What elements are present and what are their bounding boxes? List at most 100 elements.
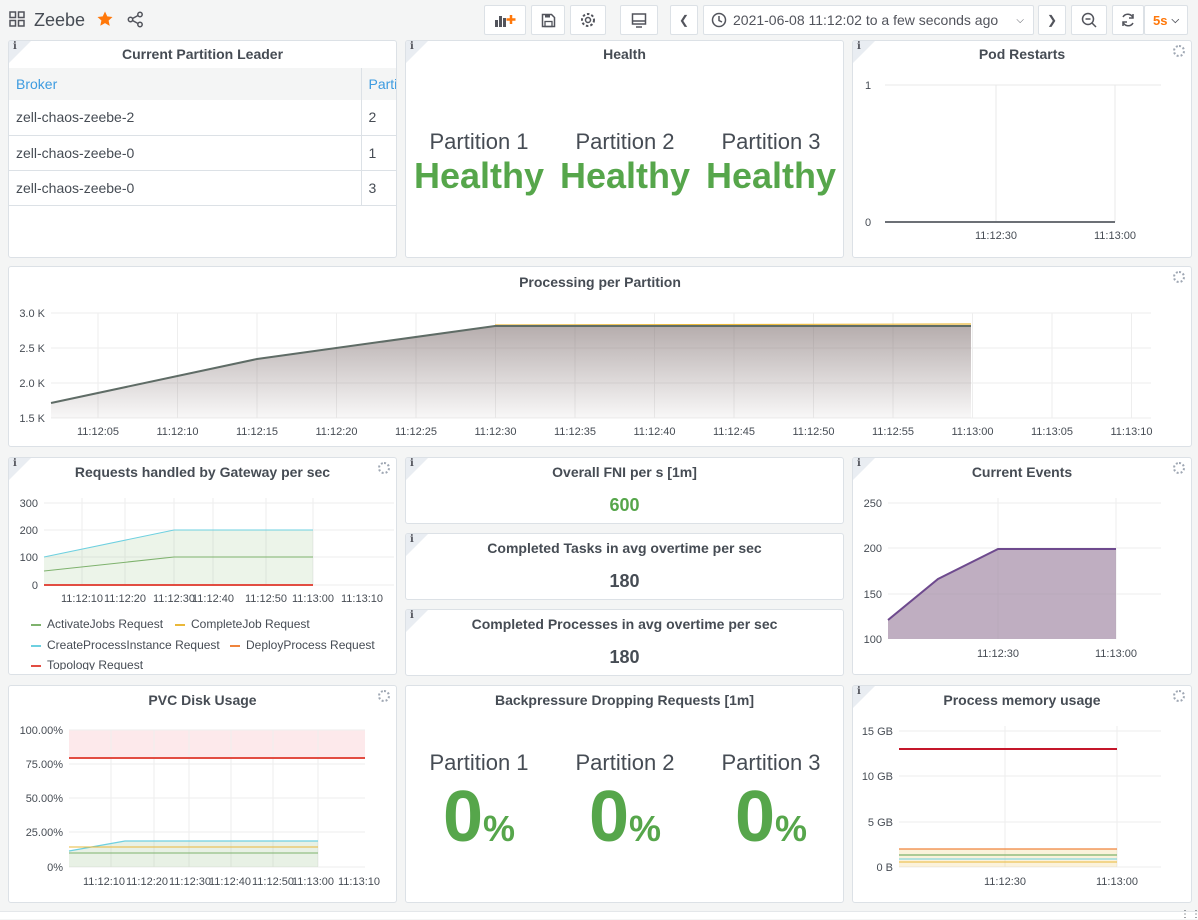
pvc-chart[interactable]: 100.00% 75.00% 50.00% 25.00% 0% 11:12:10… xyxy=(9,686,397,903)
legend-item[interactable]: DeployProcess Request xyxy=(230,638,375,652)
x-tick-label: 11:12:30 xyxy=(977,648,1019,660)
x-tick-label: 11:12:40 xyxy=(192,593,234,605)
refresh-button[interactable] xyxy=(1112,5,1144,35)
legend-item[interactable]: CompleteJob Request xyxy=(175,617,310,631)
panel-title[interactable]: Completed Processes in avg overtime per … xyxy=(406,616,843,632)
star-icon[interactable] xyxy=(96,10,114,28)
chevron-down-icon: ⌵ xyxy=(1171,14,1180,26)
y-tick-label: 25.00% xyxy=(26,827,64,839)
table-cell: 2 xyxy=(368,109,377,126)
refresh-icon xyxy=(1122,13,1134,27)
x-tick-label: 11:12:45 xyxy=(713,426,755,438)
health-stat: Partition 1 Healthy xyxy=(406,129,552,197)
processing-chart[interactable]: 3.0 K 2.5 K 2.0 K 1.5 K 11:12:05 11:12:10… xyxy=(9,267,1192,447)
x-tick-label: 11:12:50 xyxy=(252,876,294,888)
panel-completed-tasks: i Completed Tasks in avg overtime per se… xyxy=(405,533,844,600)
threshold-region xyxy=(69,730,365,758)
stat-value: 0 xyxy=(734,777,776,857)
y-tick-label: 200 xyxy=(20,525,38,537)
panel-title[interactable]: Completed Tasks in avg overtime per sec xyxy=(406,540,843,556)
panel-processing: Processing per Partition 3.0 K 2.5 K 2.0… xyxy=(8,266,1192,447)
x-tick-label: 11:12:10 xyxy=(83,876,125,888)
y-tick-label: 0 B xyxy=(876,862,893,874)
share-icon[interactable] xyxy=(127,11,144,28)
stat-value: 600 xyxy=(609,495,640,515)
add-panel-button[interactable] xyxy=(484,5,526,35)
refresh-interval-picker[interactable]: 5s ⌵ xyxy=(1144,5,1188,35)
panel-title[interactable]: Overall FNI per s [1m] xyxy=(406,464,843,480)
y-tick-label: 0 xyxy=(32,580,38,592)
backpressure-stat: Partition 3 0% xyxy=(698,750,843,858)
stat-unit: % xyxy=(483,808,516,849)
legend-label: CompleteJob Request xyxy=(191,617,310,631)
panel-title[interactable]: Backpressure Dropping Requests [1m] xyxy=(406,692,843,708)
stat-value: 180 xyxy=(609,647,640,667)
time-back-button[interactable]: ❮ xyxy=(670,5,698,35)
legend-item[interactable]: Topology Request xyxy=(31,658,143,670)
panel-title[interactable]: Health xyxy=(406,46,843,62)
x-tick-label: 11:13:00 xyxy=(292,876,334,888)
stat-label: Partition 2 xyxy=(575,750,675,775)
table-cell: zell-chaos-zeebe-0 xyxy=(9,135,362,170)
panel-backpressure: Backpressure Dropping Requests [1m] Part… xyxy=(405,685,844,903)
panel-fni: i Overall FNI per s [1m] 600 xyxy=(405,457,844,524)
settings-button[interactable] xyxy=(570,5,606,35)
x-tick-label: 11:12:20 xyxy=(315,426,357,438)
series-area xyxy=(51,326,971,418)
y-tick-label: 100 xyxy=(20,552,38,564)
panel-gateway-requests: i Requests handled by Gateway per sec 30… xyxy=(8,457,397,675)
add-panel-icon xyxy=(495,15,516,27)
x-tick-label: 11:12:50 xyxy=(245,593,287,605)
current-events-chart[interactable]: 250 200 150 100 11:12:30 11:13:00 xyxy=(853,458,1192,675)
x-tick-label: 11:12:05 xyxy=(77,426,119,438)
stat-label: Partition 2 xyxy=(575,129,675,154)
drag-handle-icon[interactable]: ⋮⋮ xyxy=(1180,909,1198,920)
x-tick-label: 11:12:25 xyxy=(395,426,437,438)
table-cell: 1 xyxy=(368,144,377,161)
panel-title[interactable]: Current Partition Leader xyxy=(9,46,396,62)
backpressure-stat: Partition 2 0% xyxy=(552,750,698,858)
memory-chart[interactable]: 15 GB 10 GB 5 GB 0 B 11:12:30 11:13:00 xyxy=(853,686,1192,903)
y-tick-label: 100 xyxy=(864,634,882,646)
x-tick-label: 11:12:30 xyxy=(975,230,1017,242)
top-navbar: Zeebe ❮ 2021-06-08 11:12:02 to a few sec… xyxy=(0,0,1198,42)
series-area xyxy=(888,549,1116,639)
y-tick-label: 100.00% xyxy=(20,725,64,737)
pod-restarts-chart[interactable]: 1 0 11:12:30 11:13:00 xyxy=(853,41,1192,258)
y-tick-label: 5 GB xyxy=(868,817,893,829)
stat-label: Partition 3 xyxy=(721,129,821,154)
y-tick-label: 1 xyxy=(865,80,871,92)
x-tick-label: 11:12:10 xyxy=(156,426,198,438)
zoom-out-button[interactable] xyxy=(1071,5,1107,35)
save-dashboard-button[interactable] xyxy=(531,5,565,35)
stat-label: Partition 1 xyxy=(429,750,529,775)
time-forward-button[interactable]: ❯ xyxy=(1038,5,1066,35)
tv-mode-button[interactable] xyxy=(620,5,658,35)
legend-item[interactable]: ActivateJobs Request xyxy=(31,617,163,631)
column-header-broker[interactable]: Broker xyxy=(9,68,362,100)
dashboard-title[interactable]: Zeebe xyxy=(34,10,85,31)
column-header-partition[interactable]: Parti xyxy=(361,68,397,100)
gateway-chart[interactable]: 300 200 100 0 11:12:10 11:12:20 11:12:30… xyxy=(9,458,397,608)
time-range-label: 2021-06-08 11:12:02 to a few seconds ago xyxy=(733,12,999,28)
x-tick-label: 11:13:00 xyxy=(1094,230,1136,242)
panel-current-events: i Current Events 250 200 150 100 11:12:3… xyxy=(852,457,1192,675)
y-tick-label: 200 xyxy=(864,543,882,555)
y-tick-label: 2.5 K xyxy=(19,343,45,355)
refresh-interval-label: 5s xyxy=(1152,12,1168,28)
panel-pod-restarts: i Pod Restarts 1 0 11:12:30 11:13:00 xyxy=(852,40,1192,258)
x-tick-label: 11:12:40 xyxy=(633,426,675,438)
table-row: zell-chaos-zeebe-0 1 xyxy=(9,135,396,170)
x-tick-label: 11:13:10 xyxy=(338,876,380,888)
legend-label: DeployProcess Request xyxy=(246,638,375,652)
x-tick-label: 11:12:30 xyxy=(153,593,195,605)
x-tick-label: 11:13:00 xyxy=(951,426,993,438)
y-tick-label: 15 GB xyxy=(862,726,893,738)
table-row: zell-chaos-zeebe-2 2 xyxy=(9,100,396,135)
legend-item[interactable]: CreateProcessInstance Request xyxy=(31,638,220,652)
time-range-picker[interactable]: 2021-06-08 11:12:02 to a few seconds ago… xyxy=(703,5,1034,35)
dashboards-icon[interactable] xyxy=(9,11,25,27)
table-cell: 3 xyxy=(368,179,377,196)
health-stat: Partition 3 Healthy xyxy=(698,129,843,197)
table-cell: zell-chaos-zeebe-2 xyxy=(9,100,362,135)
